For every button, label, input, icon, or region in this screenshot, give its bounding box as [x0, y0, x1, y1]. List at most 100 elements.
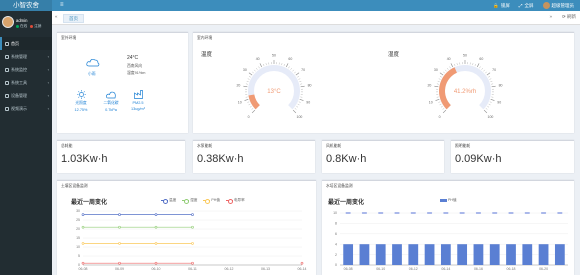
gauge-tick-label: 40 [447, 57, 451, 61]
home-icon [5, 41, 9, 46]
data-point [154, 213, 158, 216]
user-menu[interactable]: 超级管理员 [542, 2, 574, 9]
gear-icon [5, 54, 9, 59]
x-tick-label: 06-10 [376, 267, 385, 271]
fullscreen-label: 全屏 [524, 2, 534, 8]
gauge-tick-label: 20 [427, 84, 431, 88]
max-marker [345, 212, 351, 214]
gauge-tick [488, 76, 491, 78]
gauge-tick [474, 63, 476, 66]
fullscreen-button[interactable]: ⤢ 全屏 [519, 3, 534, 9]
max-marker [508, 212, 514, 214]
max-marker [459, 212, 465, 214]
y-tick-label: 4 [335, 242, 337, 246]
gauge-tick [438, 78, 441, 80]
online-label: 在线 [20, 24, 28, 28]
chevron-left-icon: ‹ [47, 54, 49, 59]
y-tick-label: 20 [76, 227, 80, 231]
gauge-tick [251, 108, 254, 110]
tab-bar: « 首页 » ⟳ 刷新 [52, 11, 580, 25]
gauge-tick-label: 70 [301, 68, 305, 72]
user-avatar-small [542, 2, 550, 9]
x-tick-label: 06-20 [539, 267, 548, 271]
pm25-value: 13ug/m³ [131, 107, 145, 111]
sidebar-item-video-demo[interactable]: 视频演示 ‹ [0, 102, 52, 115]
outdoor-humidity: 湿度91%m [127, 71, 146, 75]
gauge-tick [472, 63, 474, 66]
bar [359, 244, 370, 265]
gauge-tick [299, 81, 302, 82]
gauge-tick [443, 71, 445, 74]
bar [506, 244, 516, 265]
tab-scroll-right-button[interactable]: » [549, 14, 552, 19]
pm25-label: PM2.5 [132, 101, 144, 105]
gauge-tick [251, 109, 256, 114]
max-marker [524, 212, 530, 214]
sidebar-item-system-management[interactable]: 系统管理 ‹ [0, 50, 52, 63]
data-point [81, 225, 85, 229]
sidebar-item-label: 设备管理 [11, 92, 27, 98]
gauge-tick-label: 20 [236, 84, 240, 88]
logout-label: 注销 [34, 24, 42, 28]
gauge-tick-label: 30 [434, 68, 438, 72]
app-logo[interactable]: 小智农舍 [0, 0, 52, 11]
gauge-tick [292, 69, 294, 72]
chevron-left-icon: ‹ [47, 106, 49, 111]
sidebar-toggle-icon[interactable]: ≡ [60, 2, 64, 9]
gauge-tick [486, 72, 491, 76]
x-tick-label: 06-11 [188, 267, 197, 271]
max-marker [475, 212, 481, 214]
gauge-tick [265, 63, 267, 66]
gauge-tick [438, 101, 441, 103]
gauge-tick-label: 70 [492, 68, 496, 72]
soil-monitor-panel: 土壤区设备监测 最近一周变化 温度 湿度 PH值 电导率 0 5 10 15 20 25 3… [57, 180, 316, 275]
tab-scroll-left-button[interactable]: « [55, 14, 58, 19]
x-tick-label: 06-12 [225, 267, 234, 271]
sidebar-item-label: 系统工具 [11, 79, 27, 85]
x-tick-label: 06-16 [474, 267, 483, 271]
gauge-tick [490, 81, 493, 82]
gauge-tick [294, 108, 297, 110]
gauge-tick [248, 72, 253, 76]
data-point [191, 242, 194, 245]
logout-link[interactable]: 注销 [30, 24, 41, 29]
gauge-tick [258, 66, 260, 69]
gauge-tick [254, 69, 256, 72]
refresh-button[interactable]: ⟳ 刷新 [562, 14, 576, 20]
gauge-tick [491, 85, 496, 88]
gauge-tick [481, 67, 483, 70]
sidebar-item-device-management[interactable]: 设备管理 ‹ [0, 89, 52, 102]
bar [424, 244, 435, 265]
gauge-tick [299, 99, 304, 101]
gauge-tick [437, 81, 440, 82]
gauge-tick [450, 63, 454, 68]
gauge-tick [489, 78, 492, 80]
gauge-tick [300, 85, 305, 88]
gauge-tick [247, 78, 250, 80]
gauge-fill [248, 94, 261, 110]
gauge-tick-label: 60 [479, 57, 483, 61]
outdoor-env-panel: 室外环境 小雨 24°C 西南风向 湿度91%m 光照度 12.75% 二氧化碳… [57, 32, 188, 133]
y-tick-label: 10 [333, 211, 337, 215]
gauge-tick-label: 90 [497, 100, 501, 104]
gauge-tick-label: 50 [272, 53, 276, 57]
gauge-tick-label: 10 [429, 100, 433, 104]
max-marker [541, 212, 547, 214]
gauge-tick [296, 106, 299, 108]
gauge-tick-label: 0 [439, 115, 441, 119]
gauge-tick [298, 78, 301, 80]
tab-home[interactable]: 首页 [63, 14, 84, 23]
gauge-tick-label: 30 [243, 68, 247, 72]
gauge-tick [456, 63, 458, 66]
sidebar-item-system-tools[interactable]: 系统工具 ‹ [0, 76, 52, 89]
lock-screen-button[interactable]: 🔒 锁屏 [493, 3, 510, 9]
gauge-tick-label: 60 [288, 57, 292, 61]
monitor-icon [5, 67, 9, 72]
sidebar-item-system-monitor[interactable]: 系统监控 ‹ [0, 63, 52, 76]
gauge-tick [439, 72, 444, 76]
gauge-tick [489, 101, 492, 103]
sidebar-item-home[interactable]: 首页 [0, 37, 52, 50]
gauge-tick [247, 101, 250, 103]
panel-title: 室外环境 [61, 36, 77, 40]
gauge-tick [434, 85, 439, 88]
